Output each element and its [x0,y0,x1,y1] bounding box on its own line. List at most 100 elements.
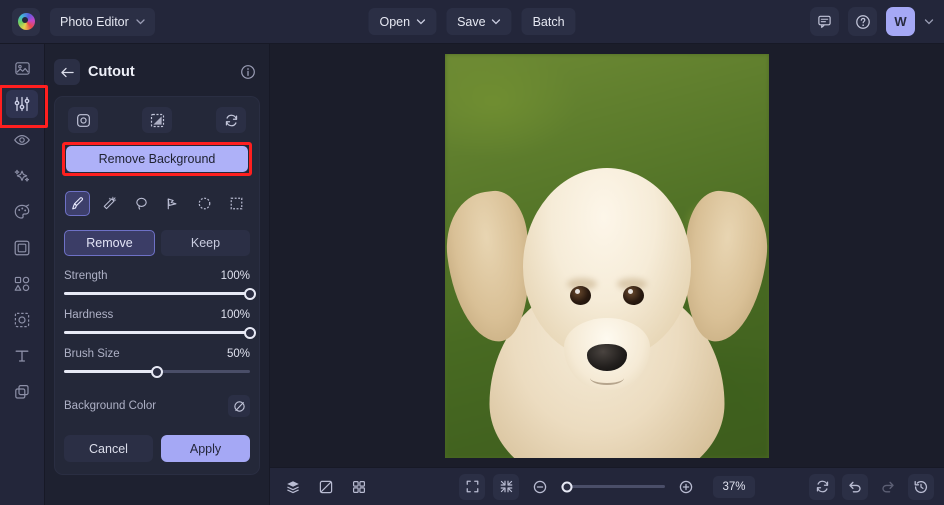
mode-portrait-object-button[interactable] [68,107,98,133]
brush-icon [70,196,85,211]
brush-size-knob[interactable] [151,366,163,378]
strength-slider[interactable] [64,292,250,295]
adjust-sliders-icon [13,95,31,113]
brush-size-slider[interactable] [64,370,250,373]
info-button[interactable] [240,64,256,80]
hardness-value: 100% [221,309,250,321]
remove-background-button[interactable]: Remove Background [66,146,248,172]
account-actions: W [810,7,934,36]
zoom-in-button[interactable] [673,474,699,500]
segment-keep-button[interactable]: Keep [161,230,250,256]
hardness-slider[interactable] [64,331,250,334]
sidebar-item-color[interactable] [6,198,38,226]
app-menu-photo-editor[interactable]: Photo Editor [50,8,155,36]
open-label: Open [379,15,410,29]
cancel-label: Cancel [89,442,128,456]
zoom-out-button[interactable] [527,474,553,500]
shapes-icon [13,275,31,293]
magic-wand-icon [102,196,117,211]
chevron-down-icon [136,19,145,25]
puppy-mouth [590,371,624,385]
sidebar-item-text[interactable] [6,342,38,370]
mode-swap-refresh-button[interactable] [216,107,246,133]
history-button[interactable] [908,474,934,500]
color-wheel-logo-icon [18,13,35,30]
sidebar-item-cutout[interactable] [6,306,38,334]
background-color-swatch[interactable] [228,395,250,417]
image-icon [14,60,31,77]
segment-remove-label: Remove [86,236,133,250]
tool-rectangle-select[interactable] [224,191,249,216]
lasso-icon [134,196,149,211]
brush-size-header: Brush Size 50% [64,348,250,360]
compare-button[interactable] [313,474,339,500]
no-color-slash-icon [233,400,246,413]
bottom-toolbar: 37% [270,467,944,505]
canvas-area[interactable] [270,44,944,467]
sidebar-item-layers[interactable] [6,378,38,406]
sidebar-item-effects[interactable] [6,162,38,190]
hardness-knob[interactable] [244,327,256,339]
save-button[interactable]: Save [446,8,512,35]
effects-sparkle-icon [13,167,31,185]
app-menu-label: Photo Editor [60,15,129,29]
sidebar-item-adjust[interactable] [6,90,38,118]
tool-magic-wand[interactable] [97,191,122,216]
tool-lasso[interactable] [129,191,154,216]
cutout-dashed-icon [150,113,165,128]
hardness-slider-block: Hardness 100% [64,309,250,334]
portrait-object-icon [76,113,91,128]
canvas-column: 37% [270,44,944,505]
avatar[interactable]: W [886,7,915,36]
back-button[interactable] [54,59,80,85]
feedback-button[interactable] [810,7,839,36]
top-toolbar: Photo Editor Open Save Batch [0,0,944,44]
sidebar-item-shapes[interactable] [6,270,38,298]
tool-ellipse-select[interactable] [192,191,217,216]
grid-view-icon [351,479,367,495]
ellipse-select-icon [197,196,212,211]
cutout-icon [13,311,31,329]
app-logo[interactable] [12,8,40,36]
batch-button[interactable]: Batch [522,8,576,35]
layers-stack-icon [13,383,31,401]
panel-actions: Cancel Apply [64,435,250,462]
tool-polygon-lasso[interactable] [160,191,185,216]
sidebar-item-frame[interactable] [6,234,38,262]
batch-label: Batch [533,15,565,29]
puppy-eye-left [623,286,644,305]
compare-split-icon [318,479,334,495]
remove-background-highlight: Remove Background [66,146,248,172]
reset-button[interactable] [809,474,835,500]
shrink-fit-button[interactable] [493,474,519,500]
shrink-to-fit-icon [499,479,514,494]
open-button[interactable]: Open [368,8,436,35]
cutout-mode-row [64,107,250,133]
undo-button[interactable] [842,474,868,500]
photo-canvas[interactable] [445,54,769,458]
grid-view-button[interactable] [346,474,372,500]
sidebar-item-image[interactable] [6,54,38,82]
tool-brush[interactable] [65,191,90,216]
file-actions: Open Save Batch [368,8,575,35]
hardness-label: Hardness [64,309,113,321]
fit-screen-button[interactable] [459,474,485,500]
rectangle-select-icon [229,196,244,211]
sidebar-item-retouch[interactable] [6,126,38,154]
layers-button[interactable] [280,474,306,500]
segment-keep-label: Keep [191,236,220,250]
apply-button[interactable]: Apply [161,435,250,462]
mode-cutout-button[interactable] [142,107,172,133]
zoom-level-value[interactable]: 37% [713,476,755,498]
segment-remove-button[interactable]: Remove [64,230,155,256]
cancel-button[interactable]: Cancel [64,435,153,462]
info-circle-icon [240,64,256,80]
history-controls [809,474,934,500]
page-title: Cutout [88,64,135,80]
zoom-slider[interactable] [561,485,665,488]
help-button[interactable] [848,7,877,36]
account-chevron-down-icon[interactable] [924,19,934,25]
strength-knob[interactable] [244,288,256,300]
zoom-slider-knob[interactable] [562,481,573,492]
redo-button[interactable] [875,474,901,500]
